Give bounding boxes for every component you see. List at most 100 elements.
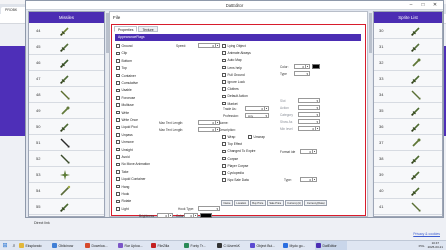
missile-list-item[interactable]: 52 bbox=[29, 151, 104, 167]
taskbar-app-button[interactable]: C:\Users\K bbox=[216, 241, 248, 250]
sprite-list-item[interactable]: 31 bbox=[374, 39, 442, 55]
missile-list-item[interactable]: 49 bbox=[29, 103, 104, 119]
light-color-spinner-icon[interactable]: ▴ bbox=[193, 214, 197, 218]
brightness-spinner-icon[interactable]: ▴ bbox=[168, 214, 172, 218]
flag-checkbox-bottom[interactable]: Bottom bbox=[116, 59, 132, 63]
color-input[interactable]: 0 ▴ bbox=[294, 64, 310, 69]
flag-checkbox-changed-to-expire[interactable]: Changed To Expire bbox=[222, 149, 255, 153]
privacy-link[interactable]: Privacy & cookies bbox=[413, 232, 440, 236]
taskbar-app-button[interactable]: Rar Uploa... bbox=[117, 241, 149, 250]
trade-as-spinner-icon[interactable]: ▴ bbox=[264, 107, 268, 111]
format-ide-spinner-icon[interactable]: ▴ bbox=[312, 150, 316, 154]
unwrap-checkbox[interactable]: Unwrap bbox=[248, 135, 265, 139]
flag-checkbox-npc-sale-data[interactable]: Npc Sale Data bbox=[222, 178, 249, 182]
right-scrollbar[interactable] bbox=[369, 11, 372, 217]
flag-checkbox-avoid[interactable]: Avoid bbox=[116, 155, 130, 159]
flag-checkbox-multiuse[interactable]: Multiuse bbox=[116, 103, 134, 107]
flag-checkbox-write-once[interactable]: Write Once bbox=[116, 118, 138, 122]
action-select[interactable]: ▾ bbox=[298, 105, 320, 110]
flag-checkbox-wrap[interactable]: Wrap bbox=[222, 135, 235, 139]
flag-checkbox-lying-object[interactable]: Lying Object bbox=[222, 44, 246, 48]
flag-checkbox-animate-always[interactable]: Animate Always bbox=[222, 51, 251, 55]
flag-checkbox-default-action[interactable]: Default Action bbox=[222, 94, 248, 98]
right-scrollbar-thumb[interactable] bbox=[369, 13, 372, 53]
sprite-list-item[interactable]: 32 bbox=[374, 55, 442, 71]
flag-checkbox-no-move-animation[interactable]: No Move Animation bbox=[116, 162, 150, 166]
sprite-list-item[interactable]: 33 bbox=[374, 71, 442, 87]
taskbar-app-button[interactable]: Object Bui... bbox=[249, 241, 281, 250]
flag-checkbox-hang[interactable]: Hang bbox=[116, 185, 129, 189]
minimize-button[interactable]: – bbox=[405, 1, 417, 9]
color-swatch[interactable] bbox=[312, 64, 320, 69]
tab-texture[interactable]: Texture bbox=[138, 26, 158, 32]
start-menu-icon[interactable]: ⊞ bbox=[0, 241, 10, 250]
sprite-list-item[interactable]: 42 bbox=[374, 215, 442, 216]
sprite-list-item[interactable]: 37 bbox=[374, 135, 442, 151]
max-text-length-once-input[interactable]: 0 ▴ bbox=[198, 127, 220, 132]
direct-link-label[interactable]: Direct link bbox=[34, 221, 50, 225]
flag-checkbox-cyclopedia[interactable]: Cyclopedia bbox=[222, 171, 244, 175]
flag-checkbox-player-corpse[interactable]: Player Corpse bbox=[222, 164, 248, 168]
maximize-button[interactable]: □ bbox=[417, 1, 429, 9]
search-icon[interactable]: ⌕ bbox=[10, 241, 18, 250]
tab-properties[interactable]: Properties bbox=[114, 26, 138, 32]
format-ide-input[interactable]: 0 ▴ bbox=[300, 149, 317, 154]
min-level-input[interactable]: 0 ▴ bbox=[298, 126, 320, 131]
sprite-list-item[interactable]: 30 bbox=[374, 23, 442, 39]
flag-checkbox-auto-map[interactable]: Auto Map bbox=[222, 58, 242, 62]
flag-checkbox-cumulative[interactable]: Cumulative bbox=[116, 81, 138, 85]
title-bar[interactable]: DatEditor – □ ✕ bbox=[26, 1, 443, 10]
taskbar-app-button[interactable]: Fonty Tr... bbox=[183, 241, 215, 250]
flag-checkbox-take[interactable]: Take bbox=[116, 170, 128, 174]
speed-spinner-icon[interactable]: ▴ bbox=[215, 44, 219, 48]
flag-checkbox-full-ground[interactable]: Full Ground bbox=[222, 73, 245, 77]
column-sale-price-button[interactable]: Sale Price bbox=[266, 200, 284, 206]
trade-as-input[interactable]: 0 ▴ bbox=[245, 106, 269, 111]
flag-checkbox-forceuse[interactable]: Forceuse bbox=[116, 96, 135, 100]
missile-list-item[interactable]: 55 bbox=[29, 199, 104, 215]
clock[interactable]: 10:47 2025-03-21 bbox=[428, 242, 443, 249]
missile-list-item[interactable]: 45 bbox=[29, 39, 104, 55]
taskbar-app-button[interactable]: Mydo go... bbox=[282, 241, 314, 250]
sprite-list-item[interactable]: 36 bbox=[374, 119, 442, 135]
missile-list-item[interactable]: 54 bbox=[29, 183, 104, 199]
taskbar-app-button[interactable]: Oblicinow bbox=[51, 241, 83, 250]
flag-checkbox-container[interactable]: Container bbox=[116, 74, 136, 78]
sprite-list-item[interactable]: 34 bbox=[374, 87, 442, 103]
type2-spinner-icon[interactable]: ▴ bbox=[312, 178, 316, 182]
sprite-list-item[interactable]: 38 bbox=[374, 151, 442, 167]
missile-list-item[interactable]: 47 bbox=[29, 71, 104, 87]
color-spinner-icon[interactable]: ▴ bbox=[305, 65, 309, 69]
flag-checkbox-unpass[interactable]: Unpass bbox=[116, 133, 133, 137]
column-currency-data-button[interactable]: Currency(Data) bbox=[304, 200, 328, 206]
taskbar-app-button[interactable]: FileZilla bbox=[150, 241, 182, 250]
column-name-button[interactable]: Name bbox=[221, 200, 233, 206]
file-menu[interactable]: File bbox=[113, 15, 120, 20]
flag-checkbox-clothes[interactable]: Clothes bbox=[222, 87, 239, 91]
sprite-list-item[interactable]: 39 bbox=[374, 167, 442, 183]
hook-type-select[interactable]: ▾ bbox=[198, 206, 220, 211]
flag-checkbox-ignore-look[interactable]: Ignore Look bbox=[222, 80, 245, 84]
missile-list-item[interactable]: 46 bbox=[29, 55, 104, 71]
sprite-list-item[interactable]: 40 bbox=[374, 183, 442, 199]
missile-list-item[interactable]: 53 bbox=[29, 167, 104, 183]
speed-input[interactable]: 0 ▴ bbox=[198, 43, 220, 48]
category-select[interactable]: ▾ bbox=[298, 112, 320, 117]
taskbar-app-button[interactable]: Downloa... bbox=[84, 241, 116, 250]
light-color-input[interactable]: 0 ▴ bbox=[184, 213, 198, 218]
flag-checkbox-unmove[interactable]: Unmove bbox=[116, 140, 134, 144]
column-currency-button[interactable]: Currency(1) bbox=[284, 200, 304, 206]
missile-list-item[interactable]: 50 bbox=[29, 119, 104, 135]
type-select[interactable]: ▾ bbox=[294, 71, 310, 76]
flag-checkbox-unsight[interactable]: Unsight bbox=[116, 148, 133, 152]
flag-checkbox-top-effect[interactable]: Top Effect bbox=[222, 142, 242, 146]
flag-checkbox-light[interactable]: Light bbox=[116, 207, 129, 211]
min-level-spinner-icon[interactable]: ▴ bbox=[315, 127, 319, 131]
flag-checkbox-market[interactable]: Market bbox=[222, 102, 238, 106]
close-button[interactable]: ✕ bbox=[429, 1, 441, 9]
profession-select[interactable]: Any ▾ bbox=[245, 113, 269, 118]
missile-list-item[interactable]: 44 bbox=[29, 23, 104, 39]
flag-checkbox-clip[interactable]: Clip bbox=[116, 51, 127, 55]
type2-input[interactable]: 0 ▴ bbox=[300, 177, 317, 182]
flag-checkbox-liquid-container[interactable]: Liquid Container bbox=[116, 177, 146, 181]
